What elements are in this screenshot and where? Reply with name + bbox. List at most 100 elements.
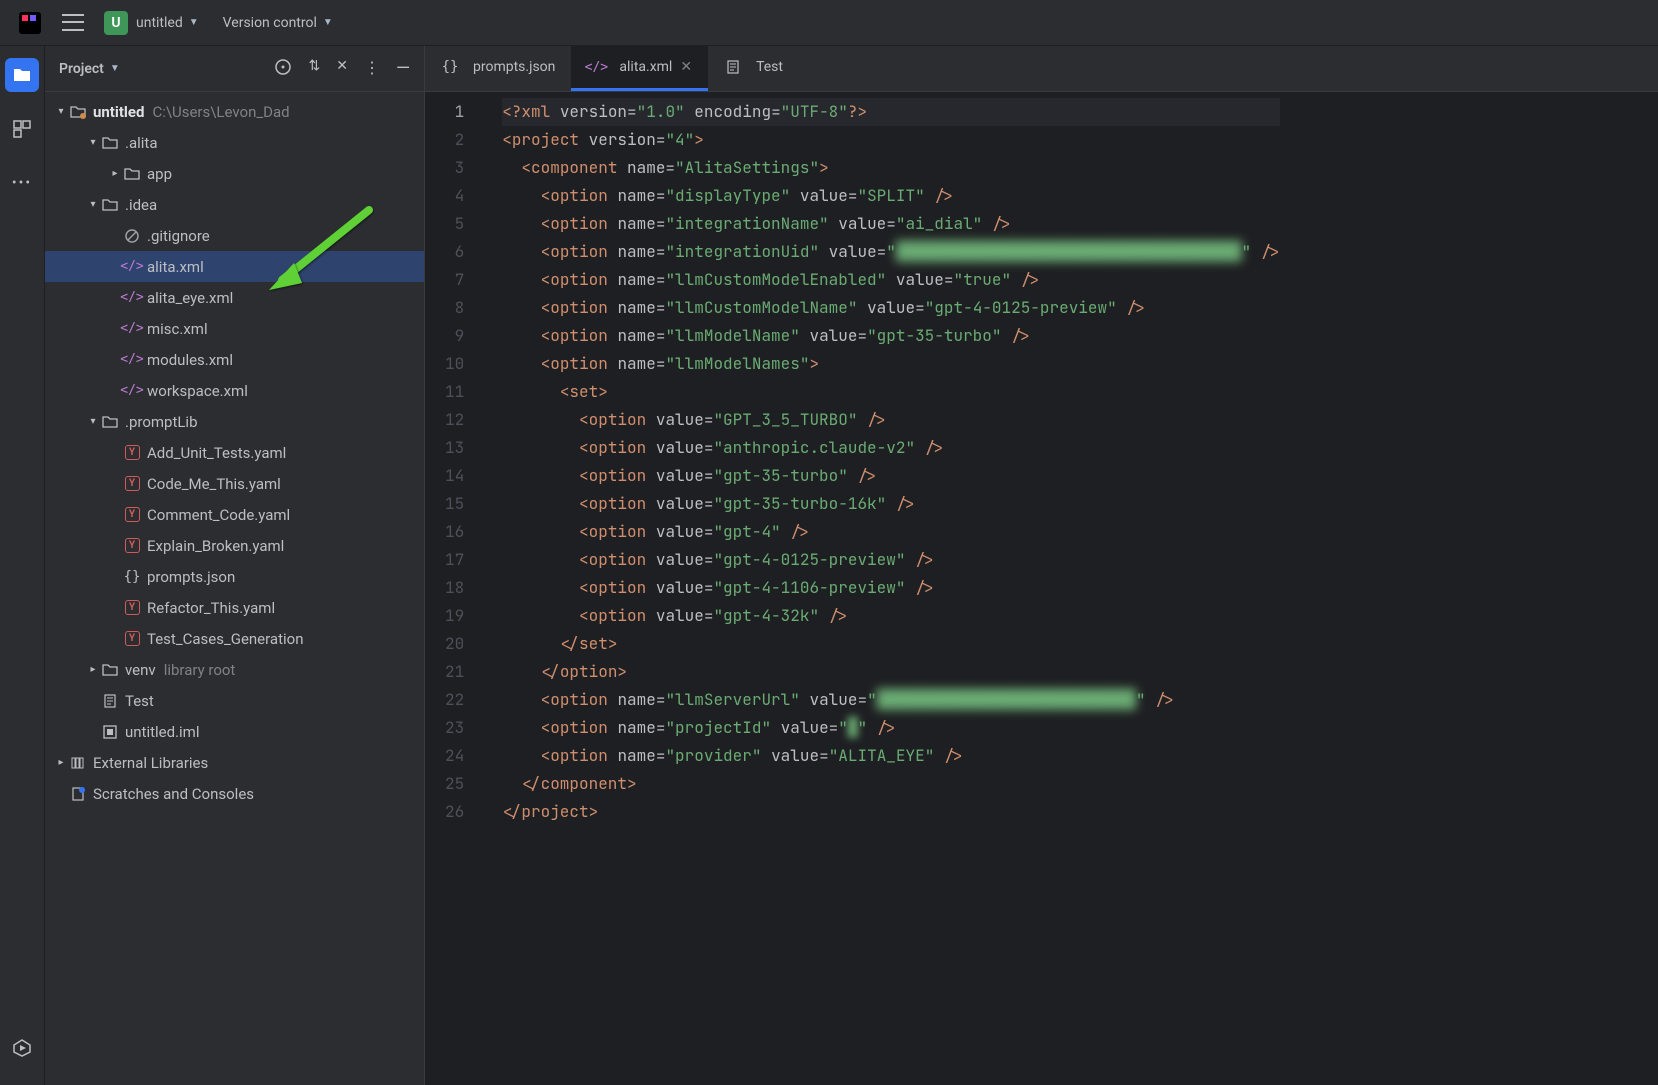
code-line[interactable]: <component name="AlitaSettings">	[502, 154, 1280, 182]
tree-item[interactable]: ▾ .alita	[45, 127, 424, 158]
tree-item[interactable]: </> modules.xml	[45, 344, 424, 375]
code-line[interactable]: <option name="integrationName" value="ai…	[502, 210, 1280, 238]
scratch-icon	[69, 786, 87, 802]
main-menu-button[interactable]	[62, 12, 84, 34]
code-line[interactable]: <option value="gpt-4-0125-preview" />	[502, 546, 1280, 574]
folder-icon	[69, 104, 87, 120]
tree-item[interactable]: Scratches and Consoles	[45, 778, 424, 809]
tree-item[interactable]: Y Explain_Broken.yaml	[45, 530, 424, 561]
code-line[interactable]: </set>	[502, 630, 1280, 658]
code-line[interactable]: <option value="gpt-4-1106-preview" />	[502, 574, 1280, 602]
code-line[interactable]: <option value="gpt-35-turbo-16k" />	[502, 490, 1280, 518]
tree-label: venv	[125, 661, 156, 679]
code-content[interactable]: <?xml version="1.0" encoding="UTF-8"?><p…	[478, 92, 1280, 1085]
code-line[interactable]: </project>	[502, 798, 1280, 826]
tree-item[interactable]: </> workspace.xml	[45, 375, 424, 406]
more-tool-button[interactable]: •••	[5, 166, 39, 200]
collapse-all-icon[interactable]: ✕	[336, 58, 348, 80]
tree-item[interactable]: ▸ venv library root	[45, 654, 424, 685]
tree-item[interactable]: Y Add_Unit_Tests.yaml	[45, 437, 424, 468]
tree-item[interactable]: </> alita.xml	[45, 251, 424, 282]
folder-icon	[12, 65, 32, 85]
project-panel: Project ▼ ⇅ ✕ ⋮ — ▾ untitled C:\Users\Le…	[45, 46, 425, 1085]
project-name: untitled	[136, 15, 183, 31]
xml-icon: </>	[123, 352, 141, 367]
tree-item[interactable]: Y Test_Cases_Generation	[45, 623, 424, 654]
tree-item[interactable]: Y Refactor_This.yaml	[45, 592, 424, 623]
xml-icon: </>	[123, 290, 141, 305]
line-number: 13	[445, 434, 464, 462]
close-icon[interactable]: ✕	[680, 59, 692, 75]
folder-icon	[101, 414, 119, 430]
yaml-icon: Y	[123, 600, 141, 615]
code-line[interactable]: <option name="llmServerUrl" value="█████…	[502, 686, 1280, 714]
tree-item[interactable]: ▸ app	[45, 158, 424, 189]
code-line[interactable]: </component>	[502, 770, 1280, 798]
tree-item[interactable]: </> misc.xml	[45, 313, 424, 344]
tree-label: Test_Cases_Generation	[147, 630, 303, 648]
editor-tab[interactable]: {} prompts.json	[425, 46, 571, 91]
tree-label: modules.xml	[147, 351, 233, 369]
tree-root[interactable]: ▾ untitled C:\Users\Levon_Dad	[45, 96, 424, 127]
tree-item[interactable]: </> alita_eye.xml	[45, 282, 424, 313]
editor-tab[interactable]: Test	[708, 46, 799, 91]
tree-item[interactable]: Test	[45, 685, 424, 716]
line-number: 15	[445, 490, 464, 518]
tree-hint: library root	[164, 661, 236, 679]
more-options-icon[interactable]: ⋮	[364, 58, 380, 80]
folder-icon	[101, 135, 119, 151]
code-line[interactable]: <?xml version="1.0" encoding="UTF-8"?>	[502, 98, 1280, 126]
project-tree[interactable]: ▾ untitled C:\Users\Levon_Dad ▾ .alita ▸…	[45, 92, 424, 1085]
tree-item[interactable]: ▾ .idea	[45, 189, 424, 220]
tree-item[interactable]: Y Comment_Code.yaml	[45, 499, 424, 530]
tree-item[interactable]: untitled.iml	[45, 716, 424, 747]
code-line[interactable]: <option value="anthropic.claude-v2" />	[502, 434, 1280, 462]
tree-item[interactable]: ▾ .promptLib	[45, 406, 424, 437]
structure-tool-button[interactable]	[5, 112, 39, 146]
select-target-icon[interactable]	[274, 58, 292, 80]
expand-collapse-icon[interactable]: ⇅	[308, 58, 320, 80]
tree-label: alita.xml	[147, 258, 204, 276]
module-icon	[101, 724, 119, 740]
code-line[interactable]: <option name="provider" value="ALITA_EYE…	[502, 742, 1280, 770]
code-line[interactable]: <option name="llmCustomModelEnabled" val…	[502, 266, 1280, 294]
code-line[interactable]: <option name="llmModelNames">	[502, 350, 1280, 378]
tree-item[interactable]: ▸ External Libraries	[45, 747, 424, 778]
line-number: 24	[445, 742, 464, 770]
tree-label: alita_eye.xml	[147, 289, 233, 307]
hide-panel-icon[interactable]: —	[396, 58, 410, 80]
line-number: 7	[445, 266, 464, 294]
tree-hint: C:\Users\Levon_Dad	[152, 103, 289, 121]
code-line[interactable]: <option name="projectId" value="█" />	[502, 714, 1280, 742]
tree-item[interactable]: Y Code_Me_This.yaml	[45, 468, 424, 499]
tree-item[interactable]: .gitignore	[45, 220, 424, 251]
code-line[interactable]: <set>	[502, 378, 1280, 406]
code-line[interactable]: <option value="gpt-35-turbo" />	[502, 462, 1280, 490]
services-icon	[12, 1038, 32, 1058]
tree-label: External Libraries	[93, 754, 208, 772]
line-number: 5	[445, 210, 464, 238]
project-tool-button[interactable]	[5, 58, 39, 92]
code-line[interactable]: </option>	[502, 658, 1280, 686]
code-line[interactable]: <project version="4">	[502, 126, 1280, 154]
line-number: 8	[445, 294, 464, 322]
services-tool-button[interactable]	[5, 1031, 39, 1065]
code-line[interactable]: <option name="integrationUid" value="███…	[502, 238, 1280, 266]
panel-title: Project	[59, 61, 104, 77]
vcs-menu[interactable]: Version control ▼	[223, 15, 333, 31]
code-editor[interactable]: 1234567891011121314151617181920212223242…	[425, 92, 1658, 1085]
tree-label: workspace.xml	[147, 382, 248, 400]
code-line[interactable]: <option name="llmModelName" value="gpt-3…	[502, 322, 1280, 350]
lib-icon	[69, 755, 87, 771]
code-line[interactable]: <option name="llmCustomModelName" value=…	[502, 294, 1280, 322]
project-view-selector[interactable]: Project ▼	[59, 61, 120, 77]
editor-tab[interactable]: </> alita.xml ✕	[571, 46, 708, 91]
code-line[interactable]: <option name="displayType" value="SPLIT"…	[502, 182, 1280, 210]
tree-item[interactable]: {} prompts.json	[45, 561, 424, 592]
line-number: 1	[445, 98, 464, 126]
code-line[interactable]: <option value="gpt-4-32k" />	[502, 602, 1280, 630]
line-number: 14	[445, 462, 464, 490]
code-line[interactable]: <option value="gpt-4" />	[502, 518, 1280, 546]
project-selector[interactable]: U untitled ▼	[104, 11, 199, 35]
code-line[interactable]: <option value="GPT_3_5_TURBO" />	[502, 406, 1280, 434]
